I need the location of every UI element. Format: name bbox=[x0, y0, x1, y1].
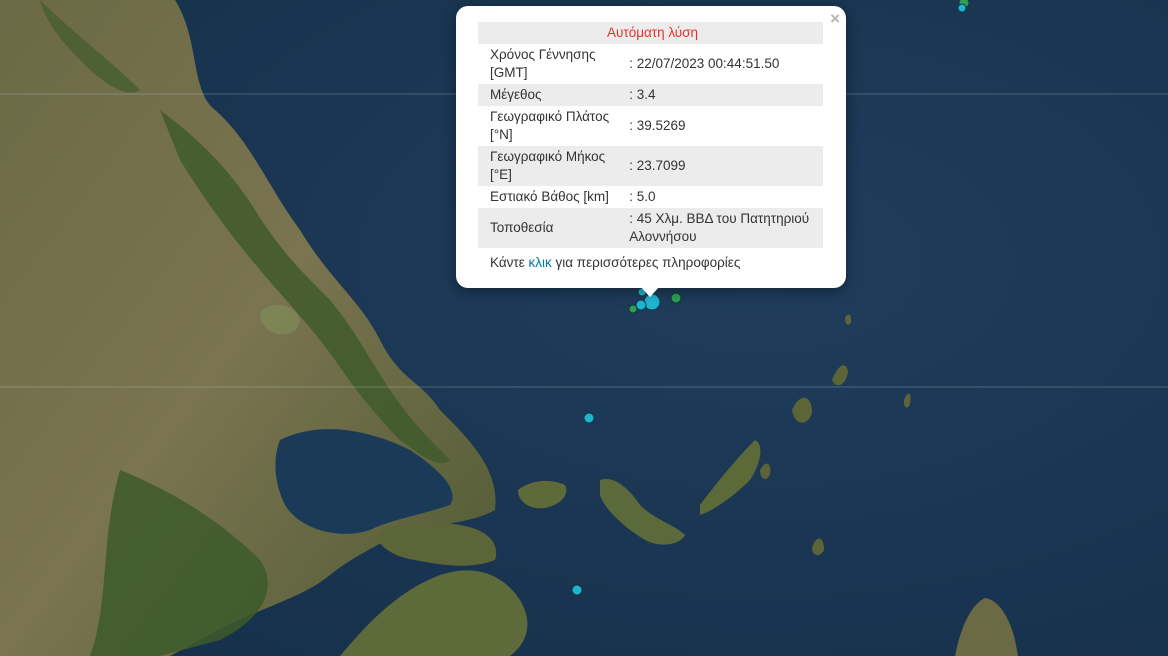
quake-marker[interactable] bbox=[635, 299, 647, 311]
quake-marker[interactable] bbox=[583, 412, 595, 424]
solution-title: Αυτόματη λύση bbox=[606, 25, 699, 40]
earthquake-info-table: Αυτόματη λύση Χρόνος Γέννησης [GMT] : 22/… bbox=[478, 22, 823, 248]
quake-marker[interactable] bbox=[670, 292, 682, 304]
location-label: Τοποθεσία bbox=[490, 220, 554, 235]
depth-value: : 5.0 bbox=[629, 189, 656, 204]
more-info-link[interactable]: κλικ bbox=[529, 255, 552, 270]
earthquake-popup: × Αυτόματη λύση Χρόνος Γέννησης [GMT] : 2… bbox=[456, 6, 846, 288]
magnitude-label: Μέγεθος bbox=[490, 87, 542, 102]
popup-tip bbox=[640, 286, 660, 297]
quake-marker[interactable] bbox=[628, 304, 638, 314]
magnitude-value: : 3.4 bbox=[629, 87, 656, 102]
quake-marker[interactable] bbox=[957, 3, 967, 13]
close-icon[interactable]: × bbox=[830, 9, 840, 29]
longitude-value: : 23.7099 bbox=[629, 158, 686, 173]
origin-time-value: : 22/07/2023 00:44:51.50 bbox=[629, 56, 780, 71]
origin-time-label: Χρόνος Γέννησης [GMT] bbox=[490, 47, 596, 80]
more-info-text: Κάντε κλικ για περισσότερες πληροφορίες bbox=[490, 255, 741, 270]
depth-label: Εστιακό Βάθος [km] bbox=[490, 189, 609, 204]
longitude-label: Γεωγραφικό Μήκος [°E] bbox=[490, 149, 606, 182]
location-value: : 45 Χλμ. ΒΒΔ του Πατητηριού Αλοννήσου bbox=[629, 211, 810, 244]
latitude-label: Γεωγραφικό Πλάτος [°N] bbox=[490, 109, 610, 142]
latitude-value: : 39.5269 bbox=[629, 118, 686, 133]
quake-marker[interactable] bbox=[571, 584, 583, 596]
